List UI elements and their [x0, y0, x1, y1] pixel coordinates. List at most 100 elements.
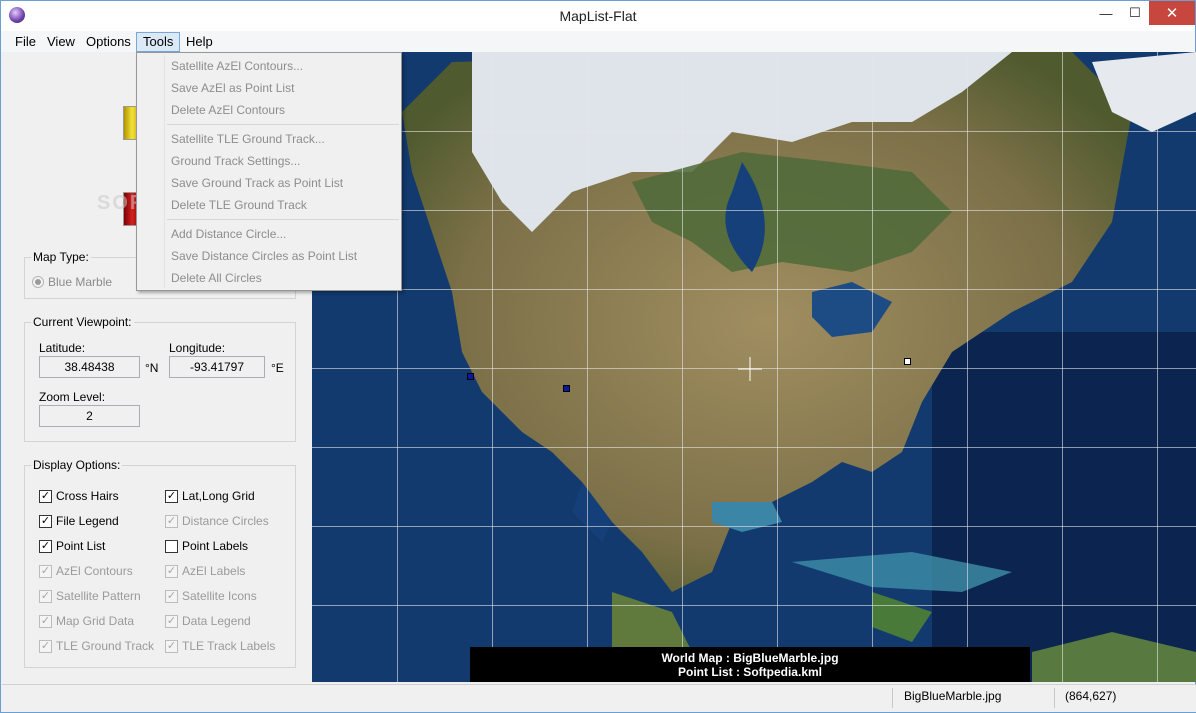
lat-long-grid-label: Lat,Long Grid	[182, 489, 255, 503]
status-divider	[1054, 688, 1055, 708]
grid-line	[872, 52, 873, 682]
radio-dot-icon	[32, 276, 44, 288]
satellite-pattern-label: Satellite Pattern	[56, 589, 141, 603]
menu-file[interactable]: File	[9, 32, 42, 52]
zoom-label: Zoom Level:	[39, 390, 106, 404]
latitude-label: Latitude:	[39, 341, 86, 355]
azel-labels-label: AzEl Labels	[182, 564, 246, 578]
checkbox-checked-icon: ✓	[39, 564, 52, 578]
checkbox-data-legend: ✓ Data Legend	[165, 613, 251, 629]
checkbox-cross-hairs[interactable]: ✓ Cross Hairs	[39, 488, 119, 504]
checkbox-file-legend[interactable]: ✓ File Legend	[39, 513, 119, 529]
map-point-marker[interactable]	[467, 373, 474, 380]
menu-item-satellite-azel-contours[interactable]: Satellite AzEl Contours...	[171, 55, 303, 77]
file-legend-label: File Legend	[56, 514, 119, 528]
menu-item-ground-track-settings[interactable]: Ground Track Settings...	[171, 150, 300, 172]
grid-line	[312, 131, 1196, 132]
checkbox-point-labels[interactable]: Point Labels	[165, 538, 248, 554]
menu-item-save-azel-point-list[interactable]: Save AzEl as Point List	[171, 77, 294, 99]
data-legend-label: Data Legend	[182, 614, 251, 628]
grid-line	[1157, 52, 1158, 682]
grid-line	[587, 52, 588, 682]
tle-ground-track-label: TLE Ground Track	[56, 639, 155, 653]
map-view[interactable]: World Map : BigBlueMarble.jpg Point List…	[312, 52, 1196, 682]
checkbox-checked-icon: ✓	[39, 489, 52, 503]
checkbox-lat-long-grid[interactable]: ✓ Lat,Long Grid	[165, 488, 255, 504]
checkbox-azel-labels: ✓ AzEl Labels	[165, 563, 245, 579]
status-coordinates: (864,627)	[1065, 689, 1117, 703]
status-map-file: BigBlueMarble.jpg	[904, 689, 1002, 703]
menu-item-delete-ground-track[interactable]: Delete TLE Ground Track	[171, 194, 307, 216]
window-title: MapList-Flat	[559, 8, 637, 24]
checkbox-tle-ground-track: ✓ TLE Ground Track	[39, 638, 154, 654]
minimize-button[interactable]: —	[1091, 1, 1121, 25]
checkbox-unchecked-icon	[165, 539, 178, 553]
maximize-button[interactable]: ☐	[1121, 1, 1149, 25]
app-window: MapList-Flat — ☐ ✕ File View Options Too…	[0, 0, 1196, 713]
grid-line	[312, 289, 1196, 290]
checkbox-checked-icon: ✓	[39, 514, 52, 528]
grid-line	[312, 447, 1196, 448]
file-legend: World Map : BigBlueMarble.jpg Point List…	[470, 647, 1030, 682]
menu-tools[interactable]: Tools	[136, 32, 181, 52]
checkbox-azel-contours: ✓ AzEl Contours	[39, 563, 133, 579]
display-options-title: Display Options:	[31, 458, 123, 472]
checkbox-checked-icon: ✓	[165, 564, 178, 578]
map-point-marker[interactable]	[563, 385, 570, 392]
display-options-group: Display Options: ✓ Cross Hairs ✓ Lat,Lon…	[24, 458, 296, 668]
zoom-field[interactable]: 2	[39, 405, 140, 427]
grid-line	[312, 605, 1196, 606]
satellite-icons-label: Satellite Icons	[182, 589, 257, 603]
checkbox-distance-circles: ✓ Distance Circles	[165, 513, 269, 529]
menu-gutter	[164, 55, 165, 288]
grid-line	[312, 526, 1196, 527]
checkbox-checked-icon: ✓	[39, 539, 52, 553]
grid-line	[967, 52, 968, 682]
menu-item-save-ground-track[interactable]: Save Ground Track as Point List	[171, 172, 343, 194]
menu-help[interactable]: Help	[180, 32, 219, 52]
azel-contours-label: AzEl Contours	[56, 564, 133, 578]
radio-blue-marble-label: Blue Marble	[48, 275, 113, 289]
latitude-unit: °N	[145, 361, 159, 375]
longitude-unit: °E	[271, 361, 284, 375]
grid-line	[312, 210, 1196, 211]
checkbox-satellite-pattern: ✓ Satellite Pattern	[39, 588, 141, 604]
point-labels-label: Point Labels	[182, 539, 249, 553]
crosshair-icon	[738, 357, 762, 381]
menu-item-delete-azel-contours[interactable]: Delete AzEl Contours	[171, 99, 285, 121]
menu-item-delete-all-circles[interactable]: Delete All Circles	[171, 267, 262, 289]
checkbox-point-list[interactable]: ✓ Point List	[39, 538, 105, 554]
checkbox-checked-icon: ✓	[165, 614, 178, 628]
menu-item-add-distance-circle[interactable]: Add Distance Circle...	[171, 223, 286, 245]
checkbox-checked-icon: ✓	[39, 639, 52, 653]
menu-bar: File View Options Tools Help	[1, 31, 1195, 52]
menu-item-save-distance-circles[interactable]: Save Distance Circles as Point List	[171, 245, 357, 267]
checkbox-satellite-icons: ✓ Satellite Icons	[165, 588, 257, 604]
checkbox-checked-icon: ✓	[39, 589, 52, 603]
checkbox-checked-icon: ✓	[165, 514, 178, 528]
checkbox-map-grid-data: ✓ Map Grid Data	[39, 613, 134, 629]
tools-menu-dropdown: Satellite AzEl Contours... Save AzEl as …	[136, 52, 402, 291]
status-divider	[892, 688, 893, 708]
menu-separator	[167, 219, 399, 220]
menu-item-tle-ground-track[interactable]: Satellite TLE Ground Track...	[171, 128, 325, 150]
map-grid-data-label: Map Grid Data	[56, 614, 135, 628]
checkbox-tle-track-labels: ✓ TLE Track Labels	[165, 638, 275, 654]
latitude-field[interactable]: 38.48438	[39, 356, 140, 378]
grid-line	[682, 52, 683, 682]
menu-view[interactable]: View	[41, 32, 81, 52]
radio-blue-marble[interactable]: Blue Marble	[32, 275, 112, 289]
tle-track-labels-label: TLE Track Labels	[182, 639, 276, 653]
longitude-label: Longitude:	[169, 341, 226, 355]
legend-point-list: Point List : Softpedia.kml	[677, 665, 822, 679]
map-point-marker[interactable]	[904, 358, 911, 365]
checkbox-checked-icon: ✓	[165, 639, 178, 653]
grid-line	[1062, 52, 1063, 682]
close-button[interactable]: ✕	[1149, 1, 1195, 25]
longitude-field[interactable]: -93.41797	[169, 356, 265, 378]
map-type-title: Map Type:	[31, 250, 91, 264]
grid-line	[492, 52, 493, 682]
menu-options[interactable]: Options	[80, 32, 137, 52]
menu-separator	[167, 124, 399, 125]
checkbox-checked-icon: ✓	[165, 489, 178, 503]
